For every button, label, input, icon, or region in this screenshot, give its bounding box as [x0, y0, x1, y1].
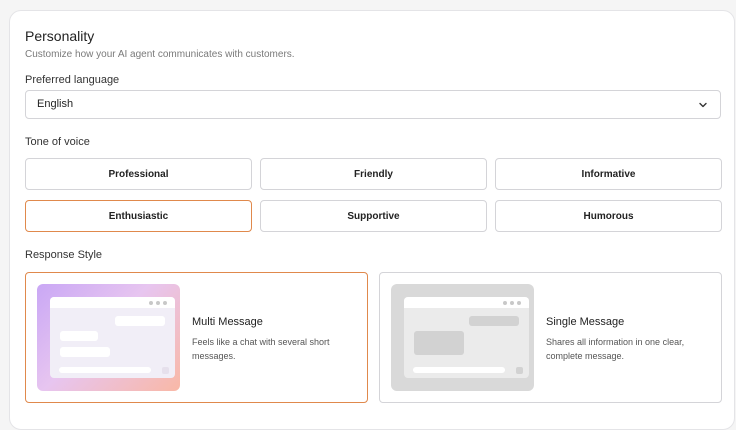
- single-message-illustration: [391, 284, 534, 391]
- tone-option-enthusiastic[interactable]: Enthusiastic: [25, 200, 252, 232]
- multi-message-description: Feels like a chat with several short mes…: [192, 337, 330, 361]
- single-message-title: Single Message: [546, 316, 625, 328]
- personality-card: Personality Customize how your AI agent …: [9, 10, 735, 430]
- tone-option-supportive[interactable]: Supportive: [260, 200, 487, 232]
- tone-option-friendly[interactable]: Friendly: [260, 158, 487, 190]
- section-title: Personality: [25, 28, 95, 44]
- single-message-description: Shares all information in one clear, com…: [546, 337, 685, 361]
- language-label: Preferred language: [25, 74, 120, 86]
- response-style-single-message[interactable]: Single Message Shares all information in…: [379, 272, 722, 403]
- language-select[interactable]: English: [25, 90, 721, 119]
- tone-label: Tone of voice: [25, 136, 90, 148]
- multi-message-illustration: [37, 284, 180, 391]
- language-value: English: [37, 98, 74, 110]
- tone-option-professional[interactable]: Professional: [25, 158, 252, 190]
- multi-message-title: Multi Message: [192, 316, 263, 328]
- response-style-label: Response Style: [25, 249, 103, 261]
- response-style-multi-message[interactable]: Multi Message Feels like a chat with sev…: [25, 272, 368, 403]
- section-subtitle: Customize how your AI agent communicates…: [25, 49, 295, 60]
- chevron-down-icon: [699, 102, 707, 108]
- tone-option-informative[interactable]: Informative: [495, 158, 722, 190]
- tone-option-humorous[interactable]: Humorous: [495, 200, 722, 232]
